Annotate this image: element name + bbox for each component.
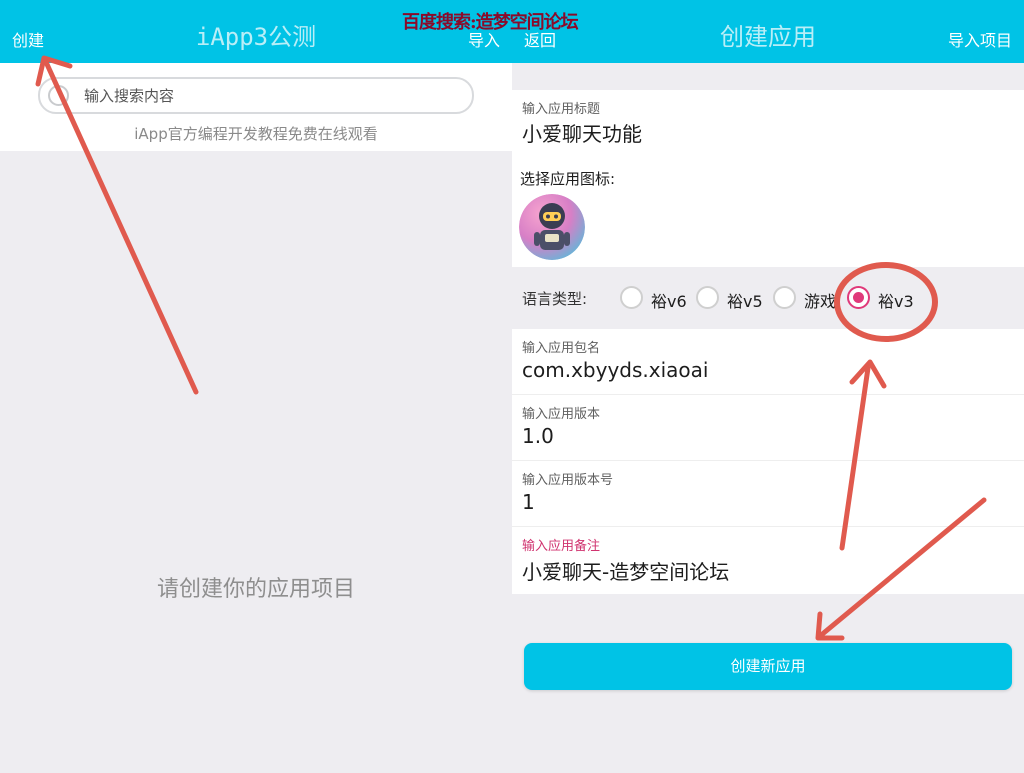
tutorial-link[interactable]: iApp官方编程开发教程免费在线观看 — [0, 123, 512, 144]
create-new-app-button[interactable]: 创建新应用 — [524, 643, 1012, 690]
version-field[interactable]: 输入应用版本 1.0 — [512, 395, 1024, 461]
note-field[interactable]: 输入应用备注 小爱聊天-造梦空间论坛 — [512, 527, 1024, 594]
field-label: 输入应用标题 — [522, 102, 601, 117]
radio-circle-icon — [696, 286, 719, 309]
import-project-button[interactable]: 导入项目 — [948, 27, 1012, 51]
package-name-field[interactable]: 输入应用包名 com.xbyyds.xiaoai — [512, 329, 1024, 395]
icon-picker-label: 选择应用图标: — [520, 170, 616, 188]
field-value[interactable]: com.xbyyds.xiaoai — [522, 358, 708, 382]
radio-label: 裕v5 — [727, 292, 763, 311]
app-title-field[interactable]: 输入应用标题 小爱聊天功能 — [512, 90, 1024, 157]
field-label: 输入应用备注 — [522, 539, 601, 554]
search-section: iApp官方编程开发教程免费在线观看 — [0, 63, 512, 151]
radio-label: 裕v6 — [651, 292, 687, 311]
field-value[interactable]: 小爱聊天功能 — [522, 118, 642, 147]
search-icon — [48, 85, 69, 106]
language-type-row: 语言类型: 裕v6 裕v5 游戏 裕v3 — [512, 267, 1024, 329]
search-bar[interactable] — [38, 77, 474, 114]
field-label: 输入应用版本号 — [522, 473, 614, 488]
icon-picker: 选择应用图标: — [512, 157, 1024, 267]
field-value[interactable]: 1.0 — [522, 424, 554, 448]
watermark-text: 百度搜索:造梦空间论坛 — [402, 12, 579, 33]
language-type-label: 语言类型: — [522, 290, 588, 308]
radio-circle-icon — [773, 286, 796, 309]
app-icon-robot[interactable] — [519, 194, 585, 260]
top-bar: 返回 创建应用 导入项目 — [512, 0, 1024, 63]
field-value[interactable]: 小爱聊天-造梦空间论坛 — [522, 556, 729, 585]
project-list-screen: 创建 iApp3公测 导入 iApp官方编程开发教程免费在线观看 请创建你的应用… — [0, 0, 512, 773]
radio-yu-v3[interactable]: 裕v3 — [847, 286, 919, 311]
field-value[interactable]: 1 — [522, 490, 535, 514]
create-app-screen: 返回 创建应用 导入项目 输入应用标题 小爱聊天功能 选择应用图标: 语言类型:… — [512, 0, 1024, 773]
radio-yu-v6[interactable]: 裕v6 — [620, 286, 688, 311]
radio-selected-icon — [847, 286, 870, 309]
radio-game[interactable]: 游戏 — [773, 286, 841, 311]
radio-yu-v5[interactable]: 裕v5 — [696, 286, 764, 311]
empty-state-message: 请创建你的应用项目 — [156, 577, 355, 602]
search-input[interactable] — [84, 79, 464, 112]
radio-label: 游戏 — [804, 292, 837, 311]
radio-label: 裕v3 — [878, 292, 914, 311]
field-label: 输入应用包名 — [522, 341, 601, 356]
field-label: 输入应用版本 — [522, 407, 601, 422]
version-code-field[interactable]: 输入应用版本号 1 — [512, 461, 1024, 527]
radio-circle-icon — [620, 286, 643, 309]
